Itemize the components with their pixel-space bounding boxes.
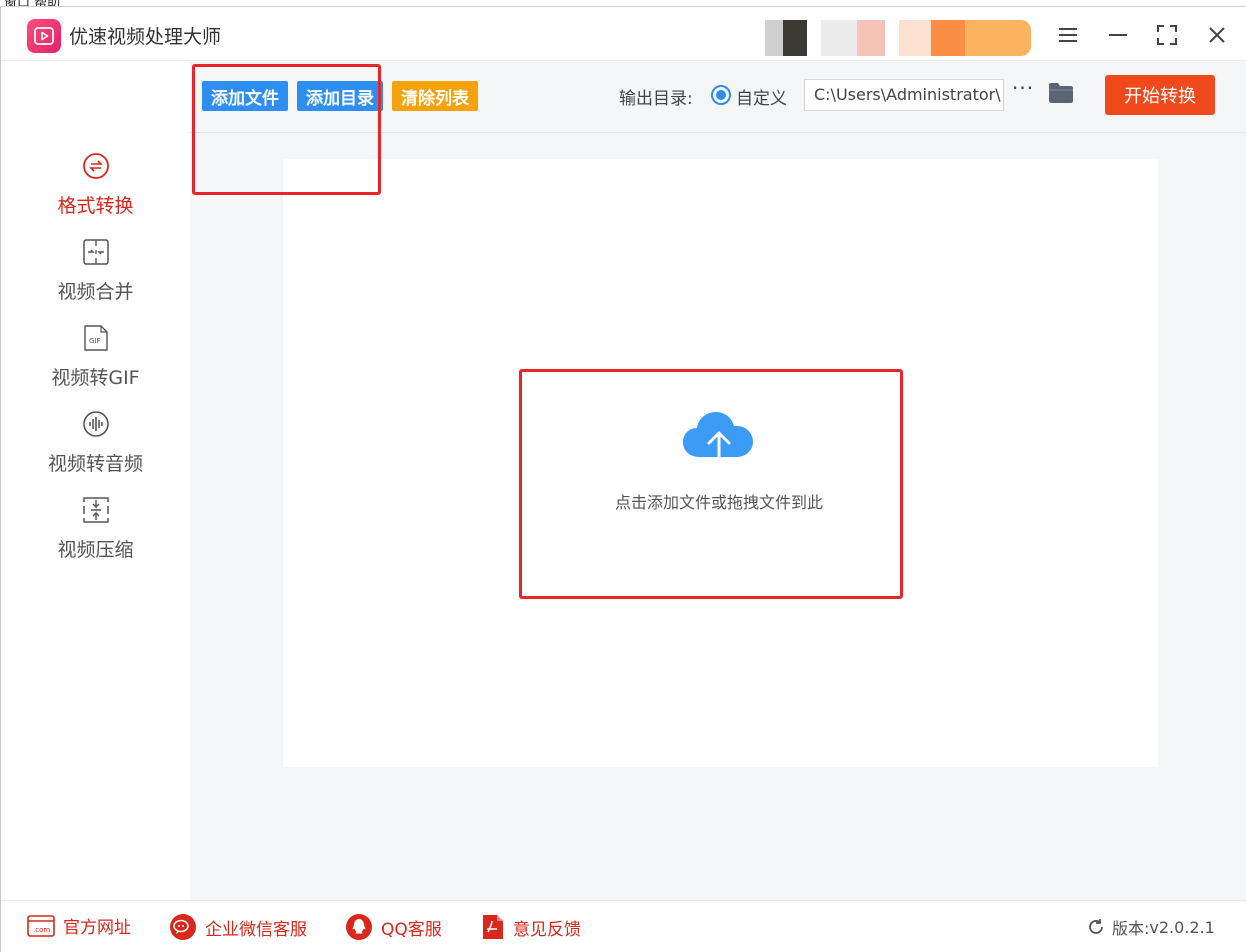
website-icon: .com bbox=[27, 914, 55, 938]
sidebar-item-video-to-gif[interactable]: GIF 视频转GIF bbox=[1, 323, 190, 403]
output-path-input[interactable]: C:\Users\Administrator\ bbox=[804, 79, 1004, 111]
user-avatar[interactable] bbox=[765, 20, 1031, 56]
refresh-icon[interactable] bbox=[1086, 917, 1106, 937]
qq-service-link[interactable]: QQ客服 bbox=[345, 913, 442, 941]
title-bar: 优速视频处理大师 bbox=[1, 7, 1246, 61]
sidebar-item-video-compress[interactable]: 视频压缩 bbox=[1, 495, 190, 575]
sidebar-item-video-merge[interactable]: 视频合并 bbox=[1, 237, 190, 317]
merge-icon bbox=[81, 237, 111, 267]
version-number: v2.0.2.1 bbox=[1149, 917, 1215, 937]
qq-icon bbox=[345, 913, 373, 941]
qq-service-label: QQ客服 bbox=[381, 919, 442, 940]
minimize-icon[interactable] bbox=[1100, 17, 1136, 53]
menu-icon[interactable] bbox=[1050, 17, 1086, 53]
feedback-link[interactable]: 意见反馈 bbox=[481, 913, 581, 941]
format-convert-icon bbox=[81, 151, 111, 181]
website-label: 官方网址 bbox=[63, 918, 131, 938]
browse-more-button[interactable]: ··· bbox=[1012, 76, 1034, 100]
sidebar-item-label: 视频转音频 bbox=[47, 453, 143, 475]
clear-list-button[interactable]: 清除列表 bbox=[392, 81, 478, 111]
version-label: 版本: bbox=[1112, 919, 1150, 938]
sidebar-item-format-convert[interactable]: 格式转换 bbox=[1, 151, 190, 231]
open-folder-icon[interactable] bbox=[1048, 82, 1074, 108]
close-icon[interactable] bbox=[1199, 17, 1235, 53]
sidebar-item-video-to-audio[interactable]: 视频转音频 bbox=[1, 409, 190, 489]
start-convert-button[interactable]: 开始转换 bbox=[1105, 75, 1215, 115]
svg-text:.com: .com bbox=[33, 926, 50, 934]
sidebar-item-label: 视频压缩 bbox=[57, 539, 134, 561]
compress-icon bbox=[81, 495, 111, 525]
wechat-service-link[interactable]: 企业微信客服 bbox=[169, 913, 307, 941]
sidebar-item-label: 视频转GIF bbox=[51, 367, 140, 389]
output-dir-label: 输出目录: bbox=[619, 89, 693, 109]
app-title: 优速视频处理大师 bbox=[69, 26, 222, 48]
app-logo-icon bbox=[27, 19, 61, 53]
website-link[interactable]: .com 官方网址 bbox=[27, 913, 131, 938]
wechat-service-label: 企业微信客服 bbox=[205, 919, 307, 940]
annotation-box-toolbar bbox=[192, 64, 381, 195]
wechat-icon bbox=[169, 913, 197, 941]
audio-icon bbox=[81, 409, 111, 439]
feedback-icon bbox=[481, 913, 505, 941]
footer: .com 官方网址 企业微信客服 QQ客服 意见反馈 版本: v2.0.2.1 bbox=[1, 900, 1246, 952]
gif-icon: GIF bbox=[81, 323, 111, 353]
annotation-box-dropzone bbox=[519, 369, 903, 599]
svg-text:GIF: GIF bbox=[89, 337, 101, 345]
sidebar-item-label: 视频合并 bbox=[57, 281, 134, 303]
sidebar-item-label: 格式转换 bbox=[57, 195, 134, 217]
version-info: 版本: v2.0.2.1 bbox=[1086, 915, 1215, 939]
sidebar: 格式转换 视频合并 GIF 视频转GIF 视频转音频 视频压缩 bbox=[1, 62, 190, 900]
custom-radio[interactable] bbox=[711, 85, 731, 105]
feedback-label: 意见反馈 bbox=[513, 919, 581, 940]
maximize-icon[interactable] bbox=[1149, 17, 1185, 53]
custom-radio-label[interactable]: 自定义 bbox=[736, 84, 787, 109]
